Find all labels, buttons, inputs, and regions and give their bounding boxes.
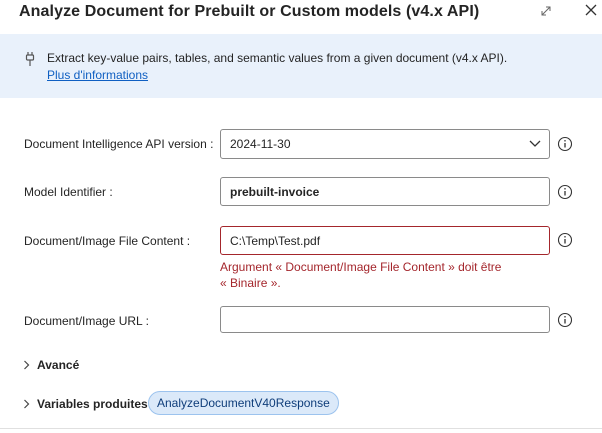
api-version-value: 2024-11-30 — [230, 137, 291, 151]
error-line-1: Argument « Document/Image File Content »… — [220, 260, 502, 274]
info-circle-icon[interactable] — [557, 136, 573, 152]
more-info-link[interactable]: Plus d'informations — [47, 68, 148, 82]
info-circle-icon[interactable] — [557, 232, 573, 248]
produced-variables-label: Variables produites — [37, 397, 148, 411]
advanced-expander[interactable]: Avancé — [23, 358, 79, 372]
chevron-right-icon — [24, 360, 30, 370]
file-content-label: Document/Image File Content : — [24, 234, 191, 248]
info-banner: Extract key-value pairs, tables, and sem… — [0, 34, 602, 98]
info-circle-icon[interactable] — [557, 184, 573, 200]
produced-variables-expander[interactable]: Variables produites — [23, 397, 148, 411]
banner-description: Extract key-value pairs, tables, and sem… — [47, 51, 508, 65]
file-content-input[interactable]: C:\Temp\Test.pdf — [220, 226, 550, 255]
close-icon[interactable] — [583, 2, 599, 18]
image-url-input[interactable] — [220, 306, 550, 333]
variable-chip[interactable]: AnalyzeDocumentV40Response — [148, 391, 339, 415]
dialog-title: Analyze Document for Prebuilt or Custom … — [19, 3, 480, 20]
advanced-label: Avancé — [37, 358, 80, 372]
chevron-right-icon — [24, 399, 30, 409]
api-version-label: Document Intelligence API version : — [24, 137, 214, 151]
divider — [0, 428, 602, 429]
model-id-label: Model Identifier : — [24, 185, 113, 199]
info-circle-icon[interactable] — [557, 312, 573, 328]
expand-icon[interactable] — [538, 3, 554, 19]
image-url-label: Document/Image URL : — [24, 314, 149, 328]
api-version-dropdown[interactable]: 2024-11-30 — [220, 129, 550, 159]
file-content-error: Argument « Document/Image File Content »… — [220, 259, 540, 291]
plug-icon — [24, 51, 36, 67]
chevron-down-icon — [529, 140, 541, 147]
error-line-2: « Binaire ». — [220, 276, 281, 290]
model-id-input[interactable]: prebuilt-invoice — [220, 177, 550, 206]
